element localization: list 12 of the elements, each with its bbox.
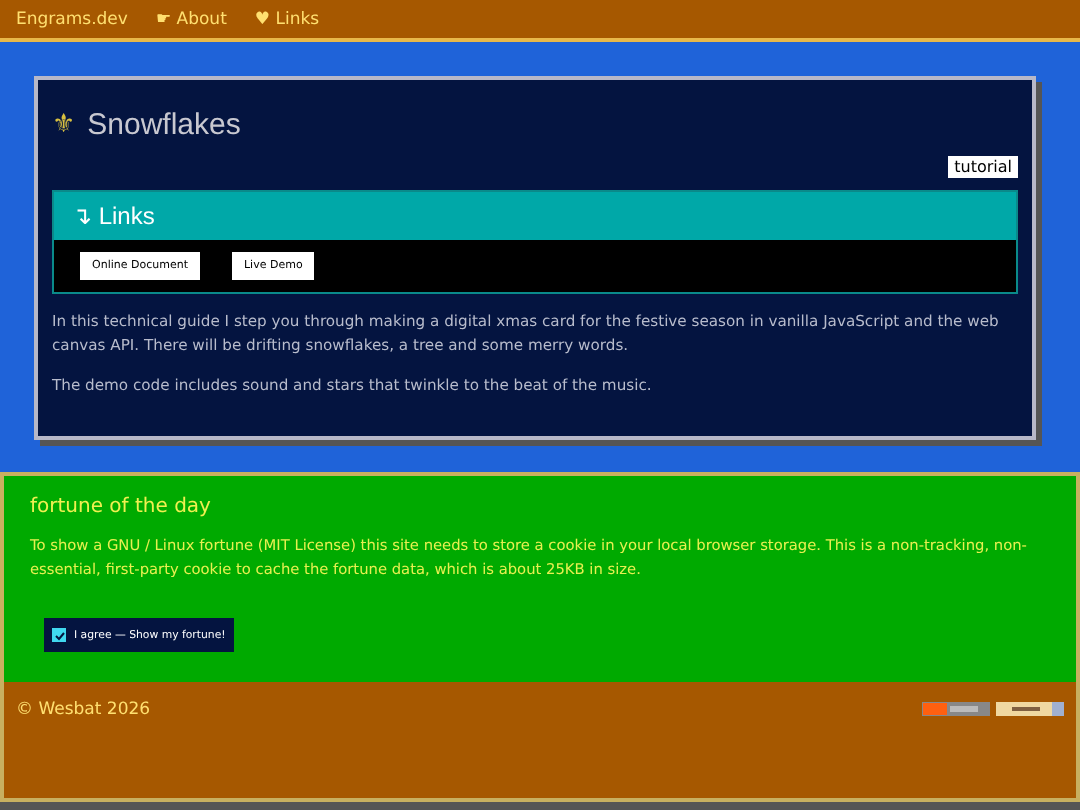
- article-title: Snowflakes: [87, 108, 241, 142]
- nav-link[interactable]: ☛ About: [155, 9, 227, 29]
- copyright-text: © Wesbat 2026: [16, 700, 151, 720]
- site-link[interactable]: Engrams.dev: [16, 9, 128, 29]
- links-title: ↴ Links: [72, 202, 155, 230]
- badge-icon: [996, 702, 1064, 716]
- fleur-de-lis-icon: ⚜: [52, 110, 76, 140]
- badge-icon: [922, 702, 990, 716]
- tag-label: tutorial: [948, 156, 1018, 178]
- checkbox-icon[interactable]: [52, 628, 66, 642]
- fortune-title: fortune of the day: [30, 496, 213, 518]
- nav-link[interactable]: ♥ Links: [254, 9, 320, 29]
